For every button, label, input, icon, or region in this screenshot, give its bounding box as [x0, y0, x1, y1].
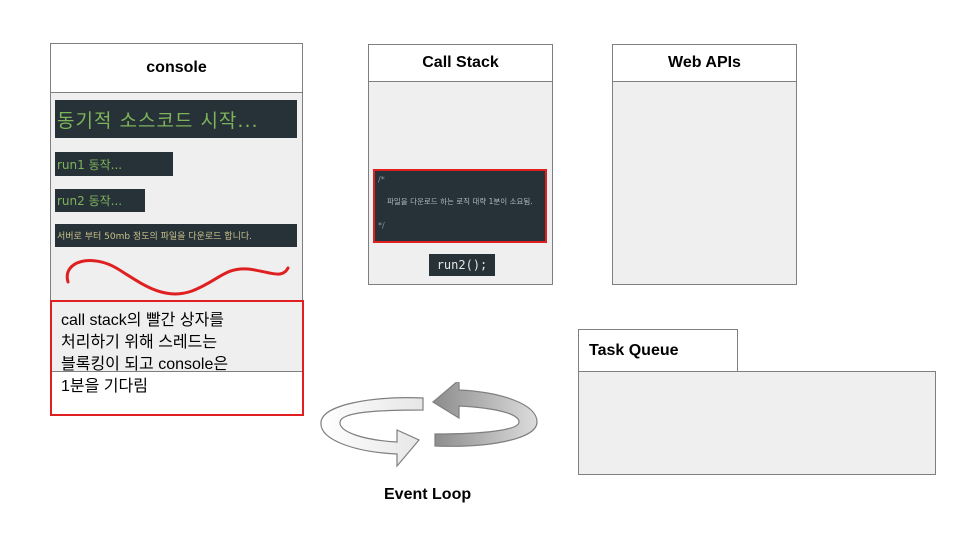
event-loop-arrows-icon: [320, 382, 538, 468]
web-apis-title: Web APIs: [612, 44, 797, 82]
call-stack-blocking-frame: /* 파일을 다운로드 하는 로직 대략 1분이 소요됨. */: [373, 169, 547, 243]
console-title: console: [50, 43, 303, 93]
note-line-3: 블록킹이 되고 console은: [61, 356, 229, 373]
console-line-run1: run1 동작...: [55, 152, 173, 176]
call-stack-title: Call Stack: [368, 44, 553, 82]
comment-close: */: [378, 221, 385, 230]
note-line-2: 처리하기 위해 스레드는: [61, 334, 218, 351]
console-line-run2: run2 동작...: [55, 189, 145, 212]
comment-open: /*: [378, 175, 385, 184]
squiggle-mark: [65, 259, 290, 296]
task-queue-panel: [578, 371, 936, 475]
task-queue-title: Task Queue: [578, 329, 738, 372]
note-line-4: 1분을 기다림: [61, 378, 148, 395]
console-line-sync-start: 동기적 소스코드 시작...: [55, 100, 297, 138]
note-line-1: call stack의 빨간 상자를: [61, 312, 225, 329]
event-loop-label: Event Loop: [384, 486, 472, 503]
comment-body: 파일을 다운로드 하는 로직 대략 1분이 소요됨.: [387, 197, 533, 206]
console-line-download: 서버로 부터 50mb 정도의 파일을 다운로드 합니다.: [55, 224, 297, 247]
call-stack-frame-run2: run2();: [429, 254, 495, 276]
blocking-note-text: call stack의 빨간 상자를 처리하기 위해 스레드는 블록킹이 되고 …: [61, 310, 296, 398]
